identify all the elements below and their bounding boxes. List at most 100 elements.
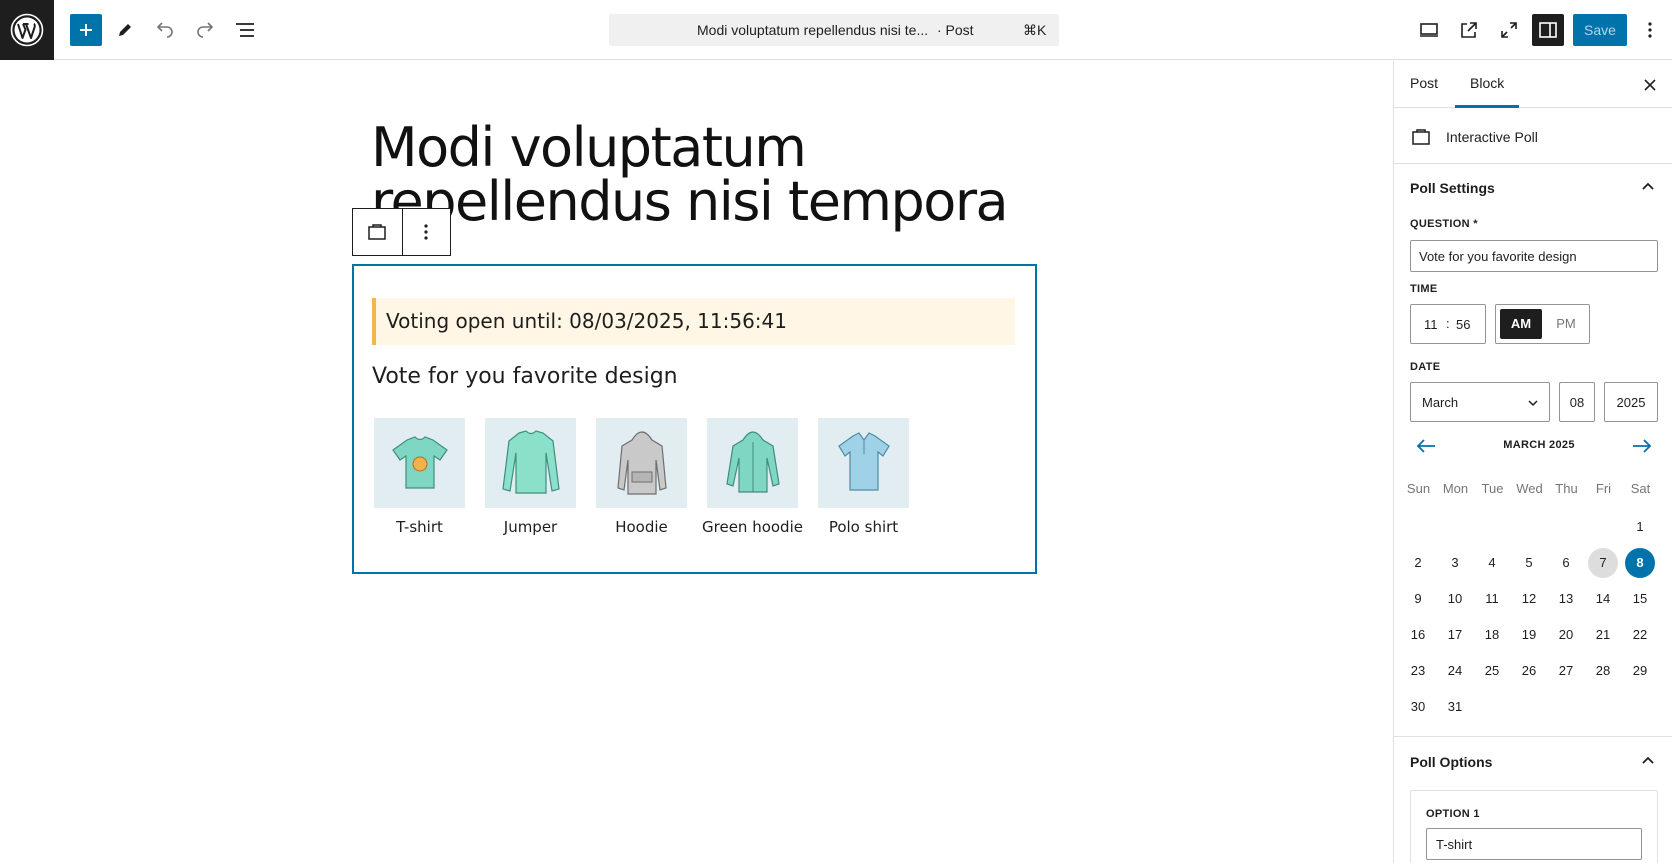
calendar-day[interactable]: 30 xyxy=(1403,692,1433,722)
poll-option[interactable]: Polo shirt xyxy=(818,418,909,536)
sidebar-icon xyxy=(1539,22,1557,38)
tab-post[interactable]: Post xyxy=(1410,61,1438,108)
poll-option[interactable]: Green hoodie xyxy=(702,418,803,536)
calendar-day[interactable]: 2 xyxy=(1403,548,1433,578)
calendar-day[interactable]: 12 xyxy=(1514,584,1544,614)
block-type-button[interactable] xyxy=(353,209,402,255)
chevron-up-icon[interactable] xyxy=(1638,751,1658,771)
chevron-up-icon[interactable] xyxy=(1638,177,1658,197)
minute-input[interactable]: 56 xyxy=(1456,317,1470,332)
calendar-day[interactable]: 11 xyxy=(1477,584,1507,614)
poll-option[interactable]: Hoodie xyxy=(596,418,687,536)
editor-canvas: Modi voluptatum repellendus nisi tempora… xyxy=(0,61,1393,863)
fullscreen-icon xyxy=(1501,22,1517,38)
calendar-day[interactable]: 21 xyxy=(1588,620,1618,650)
more-vertical-icon xyxy=(424,224,428,240)
poll-option[interactable]: T-shirt xyxy=(374,418,465,536)
document-type: · Post xyxy=(937,22,974,38)
options-menu-button[interactable] xyxy=(1634,14,1666,46)
day-input[interactable]: 08 xyxy=(1559,382,1595,422)
wordpress-logo-icon[interactable] xyxy=(0,0,54,60)
calendar-day[interactable]: 25 xyxy=(1477,656,1507,686)
question-input[interactable]: Vote for you favorite design xyxy=(1410,240,1658,272)
am-button[interactable]: AM xyxy=(1500,309,1542,339)
post-title[interactable]: Modi voluptatum repellendus nisi tempora xyxy=(371,121,1051,229)
save-button[interactable]: Save xyxy=(1573,14,1627,46)
calendar-day[interactable]: 29 xyxy=(1625,656,1655,686)
calendar-day[interactable]: 5 xyxy=(1514,548,1544,578)
calendar-day[interactable]: 19 xyxy=(1514,620,1544,650)
calendar-day[interactable]: 10 xyxy=(1440,584,1470,614)
option-1-input[interactable]: T-shirt xyxy=(1426,828,1642,860)
year-input[interactable]: 2025 xyxy=(1604,382,1658,422)
calendar-day[interactable]: 24 xyxy=(1440,656,1470,686)
month-select[interactable]: March xyxy=(1410,382,1550,422)
settings-sidebar: Post Block Interactive Poll Poll Setting… xyxy=(1393,61,1672,863)
view-button[interactable] xyxy=(1413,14,1445,46)
previous-month-arrow-icon[interactable] xyxy=(1415,437,1437,455)
calendar-weekday: Sat xyxy=(1630,481,1651,496)
calendar-day[interactable]: 26 xyxy=(1514,656,1544,686)
calendar-day[interactable]: 31 xyxy=(1440,692,1470,722)
calendar-day[interactable]: 16 xyxy=(1403,620,1433,650)
settings-sidebar-toggle[interactable] xyxy=(1532,14,1564,46)
poll-question: Vote for you favorite design xyxy=(372,364,678,389)
close-icon xyxy=(1644,79,1656,91)
option-card: OPTION 1 T-shirt xyxy=(1410,790,1658,863)
month-select-value: March xyxy=(1422,395,1459,410)
calendar-day[interactable]: 23 xyxy=(1403,656,1433,686)
next-month-arrow-icon[interactable] xyxy=(1631,437,1653,455)
poll-option-label: T-shirt xyxy=(396,518,443,536)
time-separator: : xyxy=(1446,316,1450,331)
poll-option[interactable]: Jumper xyxy=(485,418,576,536)
calendar-day[interactable]: 9 xyxy=(1403,584,1433,614)
poll-option-label: Jumper xyxy=(503,518,558,536)
time-input-group: 11 : 56 xyxy=(1410,304,1486,344)
undo-button[interactable] xyxy=(149,14,181,46)
fullscreen-button[interactable] xyxy=(1493,14,1525,46)
green-hoodie-image xyxy=(707,418,798,508)
time-label: TIME xyxy=(1410,283,1438,295)
calendar-day[interactable]: 4 xyxy=(1477,548,1507,578)
poll-options-title[interactable]: Poll Options xyxy=(1410,754,1492,770)
poll-option-label: Polo shirt xyxy=(828,518,899,536)
hour-input[interactable]: 11 xyxy=(1424,317,1438,332)
calendar-day[interactable]: 14 xyxy=(1588,584,1618,614)
redo-icon xyxy=(197,22,214,38)
calendar-day[interactable]: 17 xyxy=(1440,620,1470,650)
tab-block[interactable]: Block xyxy=(1455,61,1520,108)
desktop-icon xyxy=(1420,23,1438,37)
document-overview-button[interactable] xyxy=(229,14,261,46)
pm-button[interactable]: PM xyxy=(1546,309,1586,339)
calendar-weekday: Thu xyxy=(1555,481,1578,496)
tools-button[interactable] xyxy=(109,14,141,46)
calendar-day[interactable]: 13 xyxy=(1551,584,1581,614)
option-1-label: OPTION 1 xyxy=(1426,808,1480,820)
command-palette-bar[interactable]: Modi voluptatum repellendus nisi te... ·… xyxy=(609,14,1059,46)
calendar-day[interactable]: 22 xyxy=(1625,620,1655,650)
calendar-month-heading: MARCH 2025 xyxy=(1503,439,1575,451)
interactive-poll-block[interactable]: Voting open until: 08/03/2025, 11:56:41 … xyxy=(352,264,1037,574)
calendar-day[interactable]: 1 xyxy=(1625,512,1655,542)
calendar-day[interactable]: 8 xyxy=(1625,548,1655,578)
calendar-day[interactable]: 7 xyxy=(1588,548,1618,578)
block-options-button[interactable] xyxy=(401,209,451,255)
block-inserter-button[interactable] xyxy=(70,14,102,46)
calendar-weekday: Fri xyxy=(1595,481,1612,496)
calendar-day[interactable]: 18 xyxy=(1477,620,1507,650)
polo-shirt-image xyxy=(818,418,909,508)
calendar-day[interactable]: 28 xyxy=(1588,656,1618,686)
pencil-icon xyxy=(119,24,131,36)
poll-settings-title[interactable]: Poll Settings xyxy=(1410,180,1495,196)
undo-icon xyxy=(156,22,173,38)
calendar-day[interactable]: 20 xyxy=(1551,620,1581,650)
tshirt-image xyxy=(374,418,465,508)
view-post-button[interactable] xyxy=(1453,14,1485,46)
calendar-day[interactable]: 3 xyxy=(1440,548,1470,578)
calendar-day[interactable]: 27 xyxy=(1551,656,1581,686)
calendar-day[interactable]: 15 xyxy=(1625,584,1655,614)
close-sidebar-button[interactable] xyxy=(1640,75,1660,95)
calendar-day[interactable]: 6 xyxy=(1551,548,1581,578)
redo-button[interactable] xyxy=(189,14,221,46)
hoodie-image xyxy=(596,418,687,508)
